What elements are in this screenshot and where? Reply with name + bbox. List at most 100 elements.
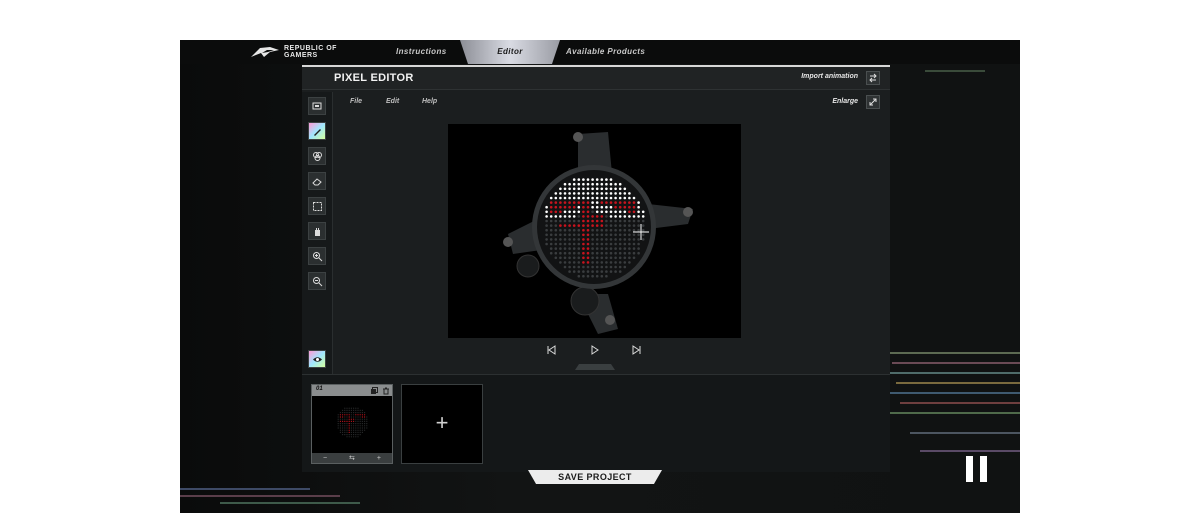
- led-pixel[interactable]: [618, 233, 622, 237]
- led-pixel[interactable]: [623, 219, 627, 223]
- led-pixel[interactable]: [637, 251, 640, 255]
- led-pixel[interactable]: [605, 261, 608, 264]
- led-pixel[interactable]: [614, 219, 617, 223]
- pencil-tool[interactable]: [308, 122, 326, 140]
- led-pixel[interactable]: [637, 210, 640, 214]
- eraser-tool[interactable]: [308, 172, 326, 190]
- led-pixel[interactable]: [618, 219, 622, 223]
- led-pixel[interactable]: [568, 256, 571, 260]
- led-pixel[interactable]: [568, 224, 571, 227]
- led-pixel[interactable]: [559, 256, 562, 260]
- led-pixel[interactable]: [600, 196, 604, 200]
- led-pixel[interactable]: [595, 178, 599, 181]
- led-pixel[interactable]: [568, 261, 571, 264]
- led-pixel[interactable]: [563, 256, 567, 260]
- led-pixel[interactable]: [600, 182, 604, 186]
- led-pixel[interactable]: [563, 192, 567, 195]
- led-pixel[interactable]: [595, 182, 599, 186]
- led-pixel[interactable]: [586, 182, 590, 186]
- led-pixel[interactable]: [559, 187, 562, 191]
- led-pixel[interactable]: [595, 238, 599, 241]
- led-pixel[interactable]: [586, 256, 590, 260]
- led-pixel[interactable]: [595, 228, 599, 232]
- rog-logo[interactable]: REPUBLIC OF GAMERS: [250, 43, 344, 61]
- led-pixel[interactable]: [595, 251, 599, 255]
- import-animation-label[interactable]: Import animation: [801, 73, 858, 80]
- led-pixel[interactable]: [582, 274, 585, 278]
- led-pixel[interactable]: [582, 219, 585, 223]
- led-pixel[interactable]: [577, 261, 581, 264]
- led-pixel[interactable]: [600, 205, 604, 209]
- led-pixel[interactable]: [563, 215, 567, 218]
- led-pixel[interactable]: [586, 192, 590, 195]
- led-pixel[interactable]: [595, 265, 599, 269]
- led-pixel[interactable]: [545, 224, 548, 227]
- led-pixel[interactable]: [563, 182, 567, 186]
- led-pixel[interactable]: [623, 247, 627, 250]
- led-pixel[interactable]: [568, 233, 571, 237]
- led-pixel[interactable]: [641, 228, 645, 232]
- led-pixel[interactable]: [605, 201, 608, 204]
- led-pixel[interactable]: [568, 270, 571, 273]
- led-pixel[interactable]: [618, 242, 622, 246]
- led-pixel[interactable]: [572, 233, 576, 237]
- led-pixel[interactable]: [614, 251, 617, 255]
- led-pixel[interactable]: [641, 215, 645, 218]
- led-pixel[interactable]: [628, 247, 631, 250]
- led-pixel[interactable]: [632, 251, 636, 255]
- led-pixel[interactable]: [605, 238, 608, 241]
- led-pixel[interactable]: [618, 270, 622, 273]
- led-pixel[interactable]: [577, 205, 581, 209]
- led-pixel[interactable]: [632, 219, 636, 223]
- led-pixel[interactable]: [600, 238, 604, 241]
- led-pixel[interactable]: [605, 219, 608, 223]
- led-pixel[interactable]: [595, 242, 599, 246]
- led-pixel[interactable]: [600, 187, 604, 191]
- led-pixel[interactable]: [554, 233, 558, 237]
- led-pixel[interactable]: [618, 247, 622, 250]
- led-pixel[interactable]: [595, 219, 599, 223]
- frame-timing-button[interactable]: ⇆: [349, 454, 355, 462]
- led-pixel[interactable]: [605, 178, 608, 181]
- led-pixel[interactable]: [572, 270, 576, 273]
- led-pixel[interactable]: [549, 247, 553, 250]
- led-pixel[interactable]: [582, 192, 585, 195]
- led-pixel[interactable]: [563, 233, 567, 237]
- led-pixel[interactable]: [637, 215, 640, 218]
- led-pixel[interactable]: [577, 192, 581, 195]
- led-pixel[interactable]: [623, 192, 627, 195]
- led-pixel[interactable]: [632, 228, 636, 232]
- led-pixel[interactable]: [582, 201, 585, 204]
- led-pixel[interactable]: [614, 261, 617, 264]
- led-pixel[interactable]: [591, 270, 594, 273]
- led-pixel[interactable]: [614, 224, 617, 227]
- led-pixel[interactable]: [600, 192, 604, 195]
- led-pixel[interactable]: [637, 201, 640, 204]
- previous-frame-button[interactable]: [546, 345, 556, 358]
- led-pixel[interactable]: [545, 228, 548, 232]
- led-pixel[interactable]: [554, 219, 558, 223]
- led-pixel[interactable]: [563, 242, 567, 246]
- led-pixel[interactable]: [614, 205, 617, 209]
- led-pixel[interactable]: [600, 228, 604, 232]
- led-pixel[interactable]: [572, 182, 576, 186]
- led-pixel[interactable]: [623, 187, 627, 191]
- led-pixel[interactable]: [595, 187, 599, 191]
- led-pixel[interactable]: [563, 219, 567, 223]
- led-pixel[interactable]: [614, 270, 617, 273]
- led-pixel[interactable]: [559, 247, 562, 250]
- led-pixel[interactable]: [559, 192, 562, 195]
- led-pixel[interactable]: [582, 205, 585, 209]
- led-pixel[interactable]: [563, 210, 567, 214]
- led-pixel[interactable]: [609, 187, 613, 191]
- led-pixel[interactable]: [577, 196, 581, 200]
- led-pixel[interactable]: [618, 238, 622, 241]
- led-pixel[interactable]: [591, 247, 594, 250]
- led-pixel[interactable]: [563, 261, 567, 264]
- led-pixel[interactable]: [618, 192, 622, 195]
- led-pixel[interactable]: [637, 247, 640, 250]
- led-pixel[interactable]: [609, 210, 613, 214]
- frame-decrease-button[interactable]: −: [323, 455, 327, 462]
- enlarge-button[interactable]: [866, 95, 880, 109]
- led-pixel[interactable]: [614, 210, 617, 214]
